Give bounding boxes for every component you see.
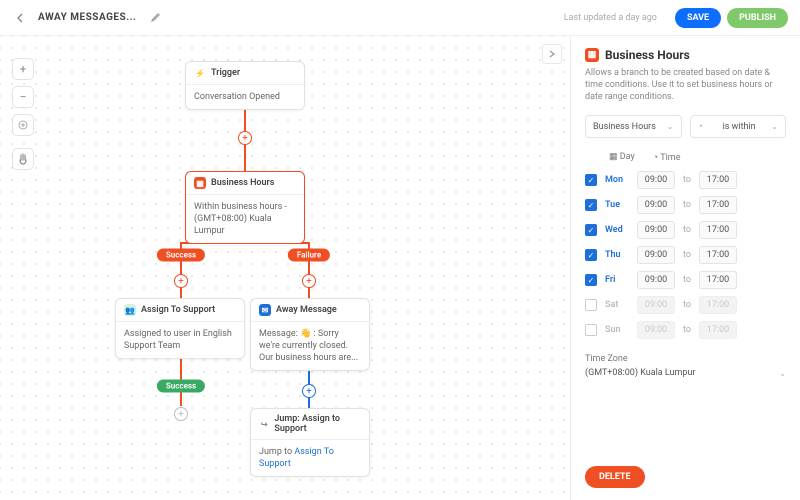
delete-button[interactable]: DELETE <box>585 466 645 488</box>
panel-description: Allows a branch to be created based on d… <box>585 67 786 103</box>
message-icon: ✉ <box>259 304 271 316</box>
day-checkbox[interactable]: ✓ <box>585 199 597 211</box>
node-title: Jump: Assign to Support <box>274 414 361 434</box>
day-row: ✓ Wed to <box>585 221 786 239</box>
to-label: to <box>683 200 691 210</box>
collapse-panel-button[interactable] <box>542 44 562 64</box>
to-label: to <box>683 300 691 310</box>
bolt-icon: ⚡ <box>194 67 206 79</box>
day-row: ✓ Tue to <box>585 196 786 214</box>
end-time-input[interactable] <box>699 196 737 214</box>
day-row: Sat to <box>585 296 786 314</box>
start-time-input[interactable] <box>637 171 675 189</box>
day-row: ✓ Fri to <box>585 271 786 289</box>
last-updated: Last updated a day ago <box>564 13 657 23</box>
workflow-title: AWAY MESSAGES... <box>38 12 136 23</box>
calendar-icon: ▦ <box>585 48 599 62</box>
node-body: Message: 👋 : Sorry we're currently close… <box>251 322 369 370</box>
flow-canvas[interactable]: + − + Success Failure + + Success + + + … <box>0 36 570 500</box>
chevron-down-icon: ⌄ <box>779 369 786 378</box>
user-assign-icon: 👥 <box>124 304 136 316</box>
node-trigger[interactable]: ⚡ Trigger Conversation Opened <box>185 61 305 110</box>
day-name: Mon <box>605 175 629 185</box>
timezone-label: Time Zone <box>585 354 786 364</box>
node-title: Away Message <box>276 305 337 315</box>
node-body: Jump to Assign To Support <box>251 440 369 476</box>
day-row: ✓ Thu to <box>585 246 786 264</box>
add-step-button[interactable]: + <box>238 131 252 145</box>
start-time-input <box>637 296 675 314</box>
condition-type-select[interactable]: Business Hours⌄ <box>585 115 682 138</box>
back-button[interactable] <box>12 10 28 26</box>
fit-button[interactable] <box>12 114 34 136</box>
end-time-input <box>699 296 737 314</box>
day-checkbox[interactable]: ✓ <box>585 274 597 286</box>
end-time-input <box>699 321 737 339</box>
end-time-input[interactable] <box>699 171 737 189</box>
node-jump[interactable]: ↪ Jump: Assign to Support Jump to Assign … <box>250 408 370 477</box>
header: AWAY MESSAGES... Last updated a day ago … <box>0 0 800 36</box>
chevron-down-icon: ⌄ <box>771 122 778 131</box>
to-label: to <box>683 175 691 185</box>
timezone-select[interactable]: (GMT+08:00) Kuala Lumpur⌄ <box>585 368 786 378</box>
day-name: Fri <box>605 275 629 285</box>
add-step-button[interactable]: + <box>174 407 188 421</box>
add-step-button[interactable]: + <box>302 384 316 398</box>
panel-title: ▦Business Hours <box>585 48 786 62</box>
day-row: ✓ Mon to <box>585 171 786 189</box>
to-label: to <box>683 250 691 260</box>
calendar-icon: ▦ <box>194 177 206 189</box>
node-title: Assign To Support <box>141 305 215 315</box>
condition-op-select[interactable]: ◔is within⌄ <box>690 115 787 138</box>
branch-label-success: Success <box>157 249 205 262</box>
node-body: Conversation Opened <box>186 85 304 109</box>
node-assign-support[interactable]: 👥 Assign To Support Assigned to user in E… <box>115 298 245 359</box>
day-checkbox[interactable] <box>585 324 597 336</box>
node-body: Assigned to user in English Support Team <box>116 322 244 358</box>
node-away-message[interactable]: ✉ Away Message Message: 👋 : Sorry we're c… <box>250 298 370 371</box>
day-name: Sun <box>605 325 629 335</box>
start-time-input <box>637 321 675 339</box>
inspector-panel: ▦Business Hours Allows a branch to be cr… <box>570 36 800 500</box>
end-time-input[interactable] <box>699 246 737 264</box>
pan-button[interactable] <box>12 148 34 170</box>
day-checkbox[interactable]: ✓ <box>585 224 597 236</box>
chevron-down-icon: ⌄ <box>667 122 674 131</box>
add-step-button[interactable]: + <box>174 274 188 288</box>
node-title: Trigger <box>211 68 240 78</box>
day-name: Wed <box>605 225 629 235</box>
branch-label-success: Success <box>157 380 205 393</box>
start-time-input[interactable] <box>637 196 675 214</box>
day-checkbox[interactable]: ✓ <box>585 174 597 186</box>
schedule-header: ▦ Day◔ Time <box>585 152 786 163</box>
jump-icon: ↪ <box>259 418 269 430</box>
day-checkbox[interactable]: ✓ <box>585 249 597 261</box>
clock-icon: ◔ <box>698 121 703 132</box>
add-step-button[interactable]: + <box>302 274 316 288</box>
zoom-in-button[interactable]: + <box>12 58 34 80</box>
start-time-input[interactable] <box>637 246 675 264</box>
end-time-input[interactable] <box>699 271 737 289</box>
save-button[interactable]: SAVE <box>675 8 721 28</box>
branch-label-failure: Failure <box>288 249 330 262</box>
node-business-hours[interactable]: ▦ Business Hours Within business hours - … <box>185 171 305 244</box>
node-title: Business Hours <box>211 178 274 188</box>
edit-title-icon[interactable] <box>150 12 161 23</box>
day-name: Sat <box>605 300 629 310</box>
zoom-out-button[interactable]: − <box>12 86 34 108</box>
start-time-input[interactable] <box>637 271 675 289</box>
day-checkbox[interactable] <box>585 299 597 311</box>
node-body: Within business hours - (GMT+08:00) Kual… <box>186 195 304 243</box>
end-time-input[interactable] <box>699 221 737 239</box>
day-name: Tue <box>605 200 629 210</box>
canvas-tools: + − <box>12 58 34 170</box>
day-name: Thu <box>605 250 629 260</box>
day-row: Sun to <box>585 321 786 339</box>
to-label: to <box>683 225 691 235</box>
to-label: to <box>683 325 691 335</box>
to-label: to <box>683 275 691 285</box>
start-time-input[interactable] <box>637 221 675 239</box>
publish-button[interactable]: PUBLISH <box>727 8 788 28</box>
